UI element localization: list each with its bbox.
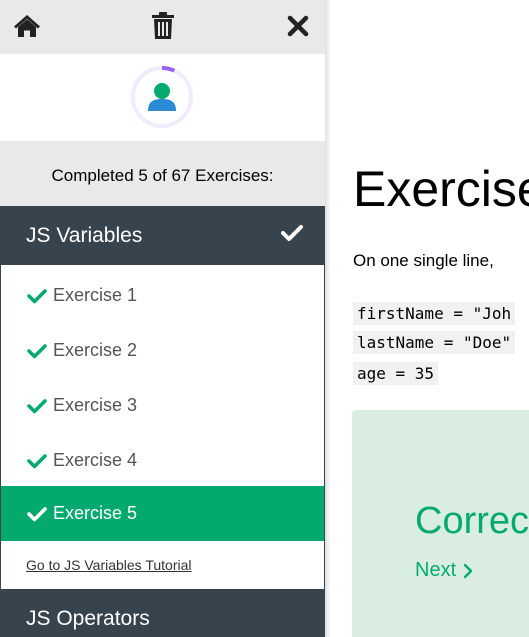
- home-icon: [14, 15, 40, 37]
- list-item-exercise-3[interactable]: Exercise 3: [1, 378, 324, 433]
- section-header-js-variables[interactable]: JS Variables: [0, 206, 325, 265]
- list-item-exercise-2[interactable]: Exercise 2: [1, 323, 324, 378]
- close-button[interactable]: [283, 11, 313, 41]
- exercise-list: Exercise 1 Exercise 2 Exercise 3 Exercis…: [0, 265, 325, 589]
- home-button[interactable]: [12, 11, 42, 41]
- checkmark-icon: [281, 224, 303, 248]
- progress-text: Completed 5 of 67 Exercises:: [51, 166, 274, 185]
- exercise-label: Exercise 3: [53, 395, 138, 415]
- code-line: age = 35: [353, 362, 439, 385]
- section-title: JS Operators: [26, 607, 150, 630]
- sidebar: Completed 5 of 67 Exercises: JS Variable…: [0, 0, 325, 637]
- checkmark-icon: [27, 398, 47, 413]
- checkmark-icon: [27, 343, 47, 358]
- list-item-exercise-5[interactable]: Exercise 5: [1, 486, 324, 541]
- checkmark-icon: [27, 453, 47, 468]
- section-header-js-operators[interactable]: JS Operators: [0, 589, 325, 637]
- exercise-label: Exercise 2: [53, 340, 138, 360]
- user-icon: [131, 65, 193, 128]
- page-title: Exercise: [353, 161, 529, 217]
- section-title: JS Variables: [26, 223, 143, 247]
- list-item-exercise-4[interactable]: Exercise 4: [1, 433, 324, 488]
- result-text: Correc: [415, 500, 529, 542]
- exercise-label: Exercise 5: [53, 503, 138, 523]
- sidebar-toolbar: [0, 0, 325, 54]
- next-label: Next: [415, 559, 457, 581]
- checkmark-icon: [27, 506, 47, 521]
- main-content: Exercise On one single line, firstName =…: [331, 0, 529, 637]
- chevron-right-icon: [463, 563, 473, 578]
- next-button[interactable]: Next: [415, 559, 475, 582]
- exercise-label: Exercise 1: [53, 285, 138, 305]
- close-icon: [287, 15, 309, 37]
- avatar[interactable]: [129, 64, 195, 130]
- trash-icon: [152, 12, 174, 39]
- avatar-panel: [0, 54, 325, 141]
- exercise-label: Exercise 4: [53, 450, 138, 470]
- result-panel: Correc Next: [352, 410, 529, 637]
- code-line: lastName = "Doe": [353, 331, 516, 354]
- delete-button[interactable]: [148, 11, 178, 41]
- tutorial-link[interactable]: Go to JS Variables Tutorial: [26, 557, 191, 573]
- checkmark-icon: [27, 288, 47, 303]
- instruction-text: On one single line,: [353, 251, 494, 270]
- code-line: firstName = "Joh: [353, 302, 516, 325]
- list-item-exercise-1[interactable]: Exercise 1: [1, 268, 324, 323]
